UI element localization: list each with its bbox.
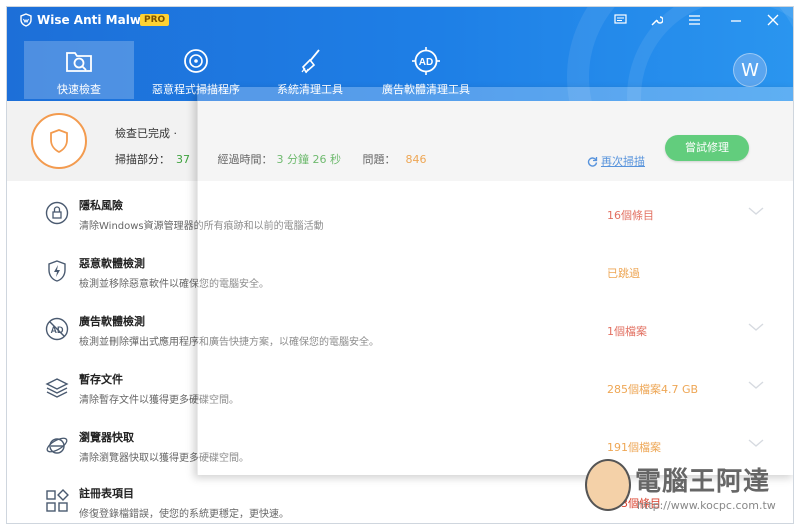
header: Wise Anti Malware PRO 快速檢查 惡意程式掃描程序 系統清理… (7, 7, 793, 101)
ad-target-icon: AD (412, 47, 440, 75)
shield-icon (50, 129, 68, 154)
tab-quick-check[interactable]: 快速檢查 (24, 41, 134, 99)
tab-system-cleaner[interactable]: 系統清理工具 (258, 41, 362, 99)
elapsed-label: 經過時間： (217, 153, 273, 166)
item-description: 修復登錄檔錯誤，使您的系統更穩定，更快速。 (79, 509, 289, 520)
minimize-icon (731, 20, 741, 22)
app-shield-icon (20, 13, 32, 27)
broom-icon (301, 49, 320, 74)
browser-icon (43, 431, 71, 459)
chevron-down-icon[interactable] (747, 437, 765, 449)
menu-button[interactable] (683, 11, 705, 29)
rescan-link[interactable]: 再次掃描 (587, 153, 645, 169)
item-description: 清除瀏覽器快取以獲得更多硬碟空間。 (79, 453, 249, 464)
item-title: 瀏覽器快取 (79, 431, 134, 444)
item-title: 註冊表項目 (79, 487, 134, 500)
ad-block-icon: AD (43, 315, 71, 343)
titlebar: Wise Anti Malware PRO (7, 7, 793, 33)
item-title: 惡意軟體檢測 (79, 257, 145, 270)
item-result: 1個檔案 (607, 325, 647, 338)
item-description: 檢測並移除惡意軟件以確保您的電腦安全。 (79, 279, 269, 290)
issues-value: 846 (405, 153, 427, 166)
scan-summary: 檢查已完成 · 掃描部分： 37 經過時間： 3 分鐘 26 秒 問題： 846 再次… (7, 101, 793, 181)
tab-label: 快速檢查 (57, 83, 101, 96)
item-title: 廣告軟體檢測 (79, 315, 145, 328)
chevron-down-icon[interactable] (747, 379, 765, 391)
folder-search-icon (66, 52, 92, 72)
watermark: 電腦王阿達 http://www.kocpc.com.tw (585, 455, 793, 521)
tab-malware-scan[interactable]: 惡意程式掃描程序 (134, 41, 258, 99)
close-icon (767, 14, 779, 26)
list-item[interactable]: 隱私風險 清除Windows資源管理器的所有痕跡和以前的電腦活動 16個條目 (7, 185, 793, 241)
scan-stats: 掃描部分： 37 經過時間： 3 分鐘 26 秒 問題： 846 (115, 151, 427, 167)
item-description: 清除Windows資源管理器的所有痕跡和以前的電腦活動 (79, 221, 324, 232)
radar-icon (184, 49, 208, 73)
watermark-url: http://www.kocpc.com.tw (637, 499, 776, 512)
rescan-label: 再次掃描 (601, 155, 645, 168)
pro-badge: PRO (140, 14, 170, 26)
tab-adware-cleaner[interactable]: AD 廣告軟體清理工具 (362, 41, 490, 99)
scan-status: 檢查已完成 · (115, 127, 177, 140)
issues-label: 問題： (362, 153, 396, 166)
close-button[interactable] (762, 11, 784, 29)
list-item[interactable]: 暫存文件 清除暫存文件以獲得更多硬碟空間。 285個檔案4.7 GB (7, 359, 793, 415)
item-title: 隱私風險 (79, 199, 123, 212)
item-result: 已跳過 (607, 267, 640, 280)
scanned-label: 掃描部分： (115, 153, 170, 166)
item-description: 清除暫存文件以獲得更多硬碟空間。 (79, 395, 239, 406)
ad-icon-text: AD (419, 57, 433, 68)
registry-grid-icon (43, 487, 71, 515)
app-window: Wise Anti Malware PRO 快速檢查 惡意程式掃描程序 系統清理… (6, 6, 794, 524)
scanned-value: 37 (176, 153, 190, 166)
feedback-button[interactable] (609, 11, 631, 29)
item-description: 檢測並刪除彈出式應用程序和廣告快捷方案，以確保您的電腦安全。 (79, 337, 379, 348)
status-ring (31, 113, 87, 169)
menu-icon (688, 15, 700, 25)
message-icon (613, 14, 627, 24)
chevron-down-icon[interactable] (747, 321, 765, 333)
mascot-icon (585, 459, 631, 511)
wrench-icon (650, 15, 663, 26)
avatar[interactable]: W (733, 53, 767, 87)
list-item[interactable]: 惡意軟體檢測 檢測並移除惡意軟件以確保您的電腦安全。 已跳過 (7, 243, 793, 299)
shield-bolt-icon (43, 257, 71, 285)
list-item[interactable]: AD 廣告軟體檢測 檢測並刪除彈出式應用程序和廣告快捷方案，以確保您的電腦安全。… (7, 301, 793, 357)
item-result: 16個條目 (607, 209, 654, 222)
refresh-icon (587, 156, 598, 167)
elapsed-value: 3 分鐘 26 秒 (276, 153, 342, 166)
lock-icon (43, 199, 71, 227)
chevron-down-icon[interactable] (747, 205, 765, 217)
tab-label: 系統清理工具 (277, 83, 343, 96)
fix-button[interactable]: 嘗試修理 (665, 135, 749, 161)
item-title: 暫存文件 (79, 373, 123, 386)
watermark-brand: 電腦王阿達 (635, 467, 771, 497)
minimize-button[interactable] (725, 11, 747, 29)
item-result: 191個檔案 (607, 441, 661, 454)
main-nav: 快速檢查 惡意程式掃描程序 系統清理工具 AD 廣告軟體清理工具 (24, 41, 490, 99)
item-result: 285個檔案4.7 GB (607, 383, 699, 396)
tab-label: 惡意程式掃描程序 (152, 83, 240, 96)
tab-label: 廣告軟體清理工具 (382, 83, 470, 96)
layers-icon (43, 373, 71, 401)
tools-button[interactable] (645, 11, 667, 29)
